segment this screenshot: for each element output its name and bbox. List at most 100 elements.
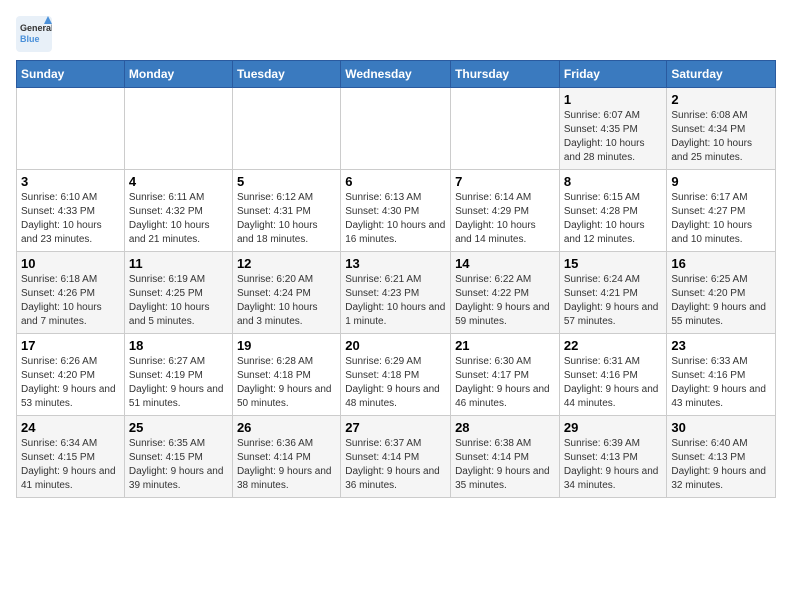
logo-icon: General Blue — [16, 16, 52, 52]
calendar-cell: 4Sunrise: 6:11 AM Sunset: 4:32 PM Daylig… — [124, 170, 232, 252]
day-info: Sunrise: 6:14 AM Sunset: 4:29 PM Dayligh… — [455, 191, 555, 247]
calendar-table: SundayMondayTuesdayWednesdayThursdayFrid… — [16, 60, 776, 498]
day-info: Sunrise: 6:10 AM Sunset: 4:33 PM Dayligh… — [21, 191, 120, 247]
day-number: 3 — [21, 174, 120, 189]
day-number: 9 — [671, 174, 771, 189]
calendar-week-row: 10 Sunrise: 6:18 AM Sunset: 4:26 PM Dayli… — [17, 252, 776, 334]
header: General Blue — [16, 16, 776, 52]
weekday-header: Sunday — [17, 61, 125, 88]
calendar-cell: 2 Sunrise: 6:08 AM Sunset: 4:34 PM Daylig… — [667, 88, 776, 170]
day-info: Sunrise: 6:13 AM Sunset: 4:30 PM Dayligh… — [345, 191, 446, 247]
day-number: 16 — [671, 256, 771, 271]
day-info: Sunrise: 6:35 AM Sunset: 4:15 PM Dayligh… — [129, 437, 228, 493]
calendar-cell: 16 Sunrise: 6:25 AM Sunset: 4:20 PM Dayli… — [667, 252, 776, 334]
day-info: Sunrise: 6:31 AM Sunset: 4:16 PM Dayligh… — [564, 355, 663, 411]
day-info: Sunrise: 6:17 AM Sunset: 4:27 PM Dayligh… — [671, 191, 771, 247]
calendar-cell: 7 Sunrise: 6:14 AM Sunset: 4:29 PM Daylig… — [451, 170, 560, 252]
day-number: 19 — [237, 338, 336, 353]
day-number: 1 — [564, 92, 663, 107]
day-number: 27 — [345, 420, 446, 435]
calendar-cell: 15 Sunrise: 6:24 AM Sunset: 4:21 PM Dayli… — [559, 252, 667, 334]
calendar-cell: 22 Sunrise: 6:31 AM Sunset: 4:16 PM Dayli… — [559, 334, 667, 416]
calendar-cell: 27 Sunrise: 6:37 AM Sunset: 4:14 PM Dayli… — [341, 416, 451, 498]
calendar-week-row: 24Sunrise: 6:34 AM Sunset: 4:15 PM Dayli… — [17, 416, 776, 498]
day-number: 29 — [564, 420, 663, 435]
day-number: 6 — [345, 174, 446, 189]
calendar-cell: 29Sunrise: 6:39 AM Sunset: 4:13 PM Dayli… — [559, 416, 667, 498]
calendar-cell: 13 Sunrise: 6:21 AM Sunset: 4:23 PM Dayli… — [341, 252, 451, 334]
calendar-cell: 11 Sunrise: 6:19 AM Sunset: 4:25 PM Dayli… — [124, 252, 232, 334]
calendar-cell: 23 Sunrise: 6:33 AM Sunset: 4:16 PM Dayli… — [667, 334, 776, 416]
calendar-cell: 20 Sunrise: 6:29 AM Sunset: 4:18 PM Dayli… — [341, 334, 451, 416]
svg-text:General: General — [20, 23, 52, 33]
day-info: Sunrise: 6:28 AM Sunset: 4:18 PM Dayligh… — [237, 355, 336, 411]
calendar-cell: 1Sunrise: 6:07 AM Sunset: 4:35 PM Daylig… — [559, 88, 667, 170]
calendar-cell — [232, 88, 340, 170]
weekday-header: Monday — [124, 61, 232, 88]
calendar-cell: 26 Sunrise: 6:36 AM Sunset: 4:14 PM Dayli… — [232, 416, 340, 498]
calendar-week-row: 3 Sunrise: 6:10 AM Sunset: 4:33 PM Daylig… — [17, 170, 776, 252]
day-info: Sunrise: 6:38 AM Sunset: 4:14 PM Dayligh… — [455, 437, 555, 493]
day-number: 7 — [455, 174, 555, 189]
day-number: 5 — [237, 174, 336, 189]
day-info: Sunrise: 6:18 AM Sunset: 4:26 PM Dayligh… — [21, 273, 120, 329]
weekday-header: Saturday — [667, 61, 776, 88]
day-info: Sunrise: 6:37 AM Sunset: 4:14 PM Dayligh… — [345, 437, 446, 493]
day-number: 12 — [237, 256, 336, 271]
day-number: 2 — [671, 92, 771, 107]
day-info: Sunrise: 6:34 AM Sunset: 4:15 PM Dayligh… — [21, 437, 120, 493]
weekday-header: Friday — [559, 61, 667, 88]
day-number: 13 — [345, 256, 446, 271]
day-number: 25 — [129, 420, 228, 435]
calendar-cell: 28 Sunrise: 6:38 AM Sunset: 4:14 PM Dayli… — [451, 416, 560, 498]
day-info: Sunrise: 6:27 AM Sunset: 4:19 PM Dayligh… — [129, 355, 228, 411]
day-info: Sunrise: 6:22 AM Sunset: 4:22 PM Dayligh… — [455, 273, 555, 329]
day-number: 10 — [21, 256, 120, 271]
calendar-cell: 3 Sunrise: 6:10 AM Sunset: 4:33 PM Daylig… — [17, 170, 125, 252]
day-number: 8 — [564, 174, 663, 189]
day-info: Sunrise: 6:25 AM Sunset: 4:20 PM Dayligh… — [671, 273, 771, 329]
calendar-cell: 24Sunrise: 6:34 AM Sunset: 4:15 PM Dayli… — [17, 416, 125, 498]
day-number: 11 — [129, 256, 228, 271]
calendar-cell: 9 Sunrise: 6:17 AM Sunset: 4:27 PM Daylig… — [667, 170, 776, 252]
logo: General Blue — [16, 16, 58, 52]
day-info: Sunrise: 6:36 AM Sunset: 4:14 PM Dayligh… — [237, 437, 336, 493]
day-info: Sunrise: 6:08 AM Sunset: 4:34 PM Dayligh… — [671, 109, 771, 165]
day-number: 15 — [564, 256, 663, 271]
day-info: Sunrise: 6:33 AM Sunset: 4:16 PM Dayligh… — [671, 355, 771, 411]
calendar-cell: 25 Sunrise: 6:35 AM Sunset: 4:15 PM Dayli… — [124, 416, 232, 498]
day-info: Sunrise: 6:26 AM Sunset: 4:20 PM Dayligh… — [21, 355, 120, 411]
day-number: 22 — [564, 338, 663, 353]
day-number: 18 — [129, 338, 228, 353]
day-number: 20 — [345, 338, 446, 353]
calendar-cell: 10 Sunrise: 6:18 AM Sunset: 4:26 PM Dayli… — [17, 252, 125, 334]
day-info: Sunrise: 6:12 AM Sunset: 4:31 PM Dayligh… — [237, 191, 336, 247]
day-info: Sunrise: 6:29 AM Sunset: 4:18 PM Dayligh… — [345, 355, 446, 411]
day-info: Sunrise: 6:20 AM Sunset: 4:24 PM Dayligh… — [237, 273, 336, 329]
calendar-cell: 19 Sunrise: 6:28 AM Sunset: 4:18 PM Dayli… — [232, 334, 340, 416]
day-info: Sunrise: 6:30 AM Sunset: 4:17 PM Dayligh… — [455, 355, 555, 411]
calendar-cell: 30Sunrise: 6:40 AM Sunset: 4:13 PM Dayli… — [667, 416, 776, 498]
calendar-cell: 12 Sunrise: 6:20 AM Sunset: 4:24 PM Dayli… — [232, 252, 340, 334]
weekday-header: Tuesday — [232, 61, 340, 88]
day-number: 26 — [237, 420, 336, 435]
svg-text:Blue: Blue — [20, 34, 40, 44]
day-info: Sunrise: 6:40 AM Sunset: 4:13 PM Dayligh… — [671, 437, 771, 493]
calendar-cell: 14 Sunrise: 6:22 AM Sunset: 4:22 PM Dayli… — [451, 252, 560, 334]
day-info: Sunrise: 6:21 AM Sunset: 4:23 PM Dayligh… — [345, 273, 446, 329]
calendar-cell: 18 Sunrise: 6:27 AM Sunset: 4:19 PM Dayli… — [124, 334, 232, 416]
calendar-cell: 21Sunrise: 6:30 AM Sunset: 4:17 PM Dayli… — [451, 334, 560, 416]
calendar-cell: 6 Sunrise: 6:13 AM Sunset: 4:30 PM Daylig… — [341, 170, 451, 252]
calendar-cell: 5 Sunrise: 6:12 AM Sunset: 4:31 PM Daylig… — [232, 170, 340, 252]
day-info: Sunrise: 6:19 AM Sunset: 4:25 PM Dayligh… — [129, 273, 228, 329]
day-number: 23 — [671, 338, 771, 353]
calendar-cell — [341, 88, 451, 170]
weekday-header-row: SundayMondayTuesdayWednesdayThursdayFrid… — [17, 61, 776, 88]
day-info: Sunrise: 6:24 AM Sunset: 4:21 PM Dayligh… — [564, 273, 663, 329]
day-number: 14 — [455, 256, 555, 271]
calendar-cell — [17, 88, 125, 170]
day-info: Sunrise: 6:15 AM Sunset: 4:28 PM Dayligh… — [564, 191, 663, 247]
calendar-week-row: 1Sunrise: 6:07 AM Sunset: 4:35 PM Daylig… — [17, 88, 776, 170]
calendar-cell — [451, 88, 560, 170]
day-number: 28 — [455, 420, 555, 435]
